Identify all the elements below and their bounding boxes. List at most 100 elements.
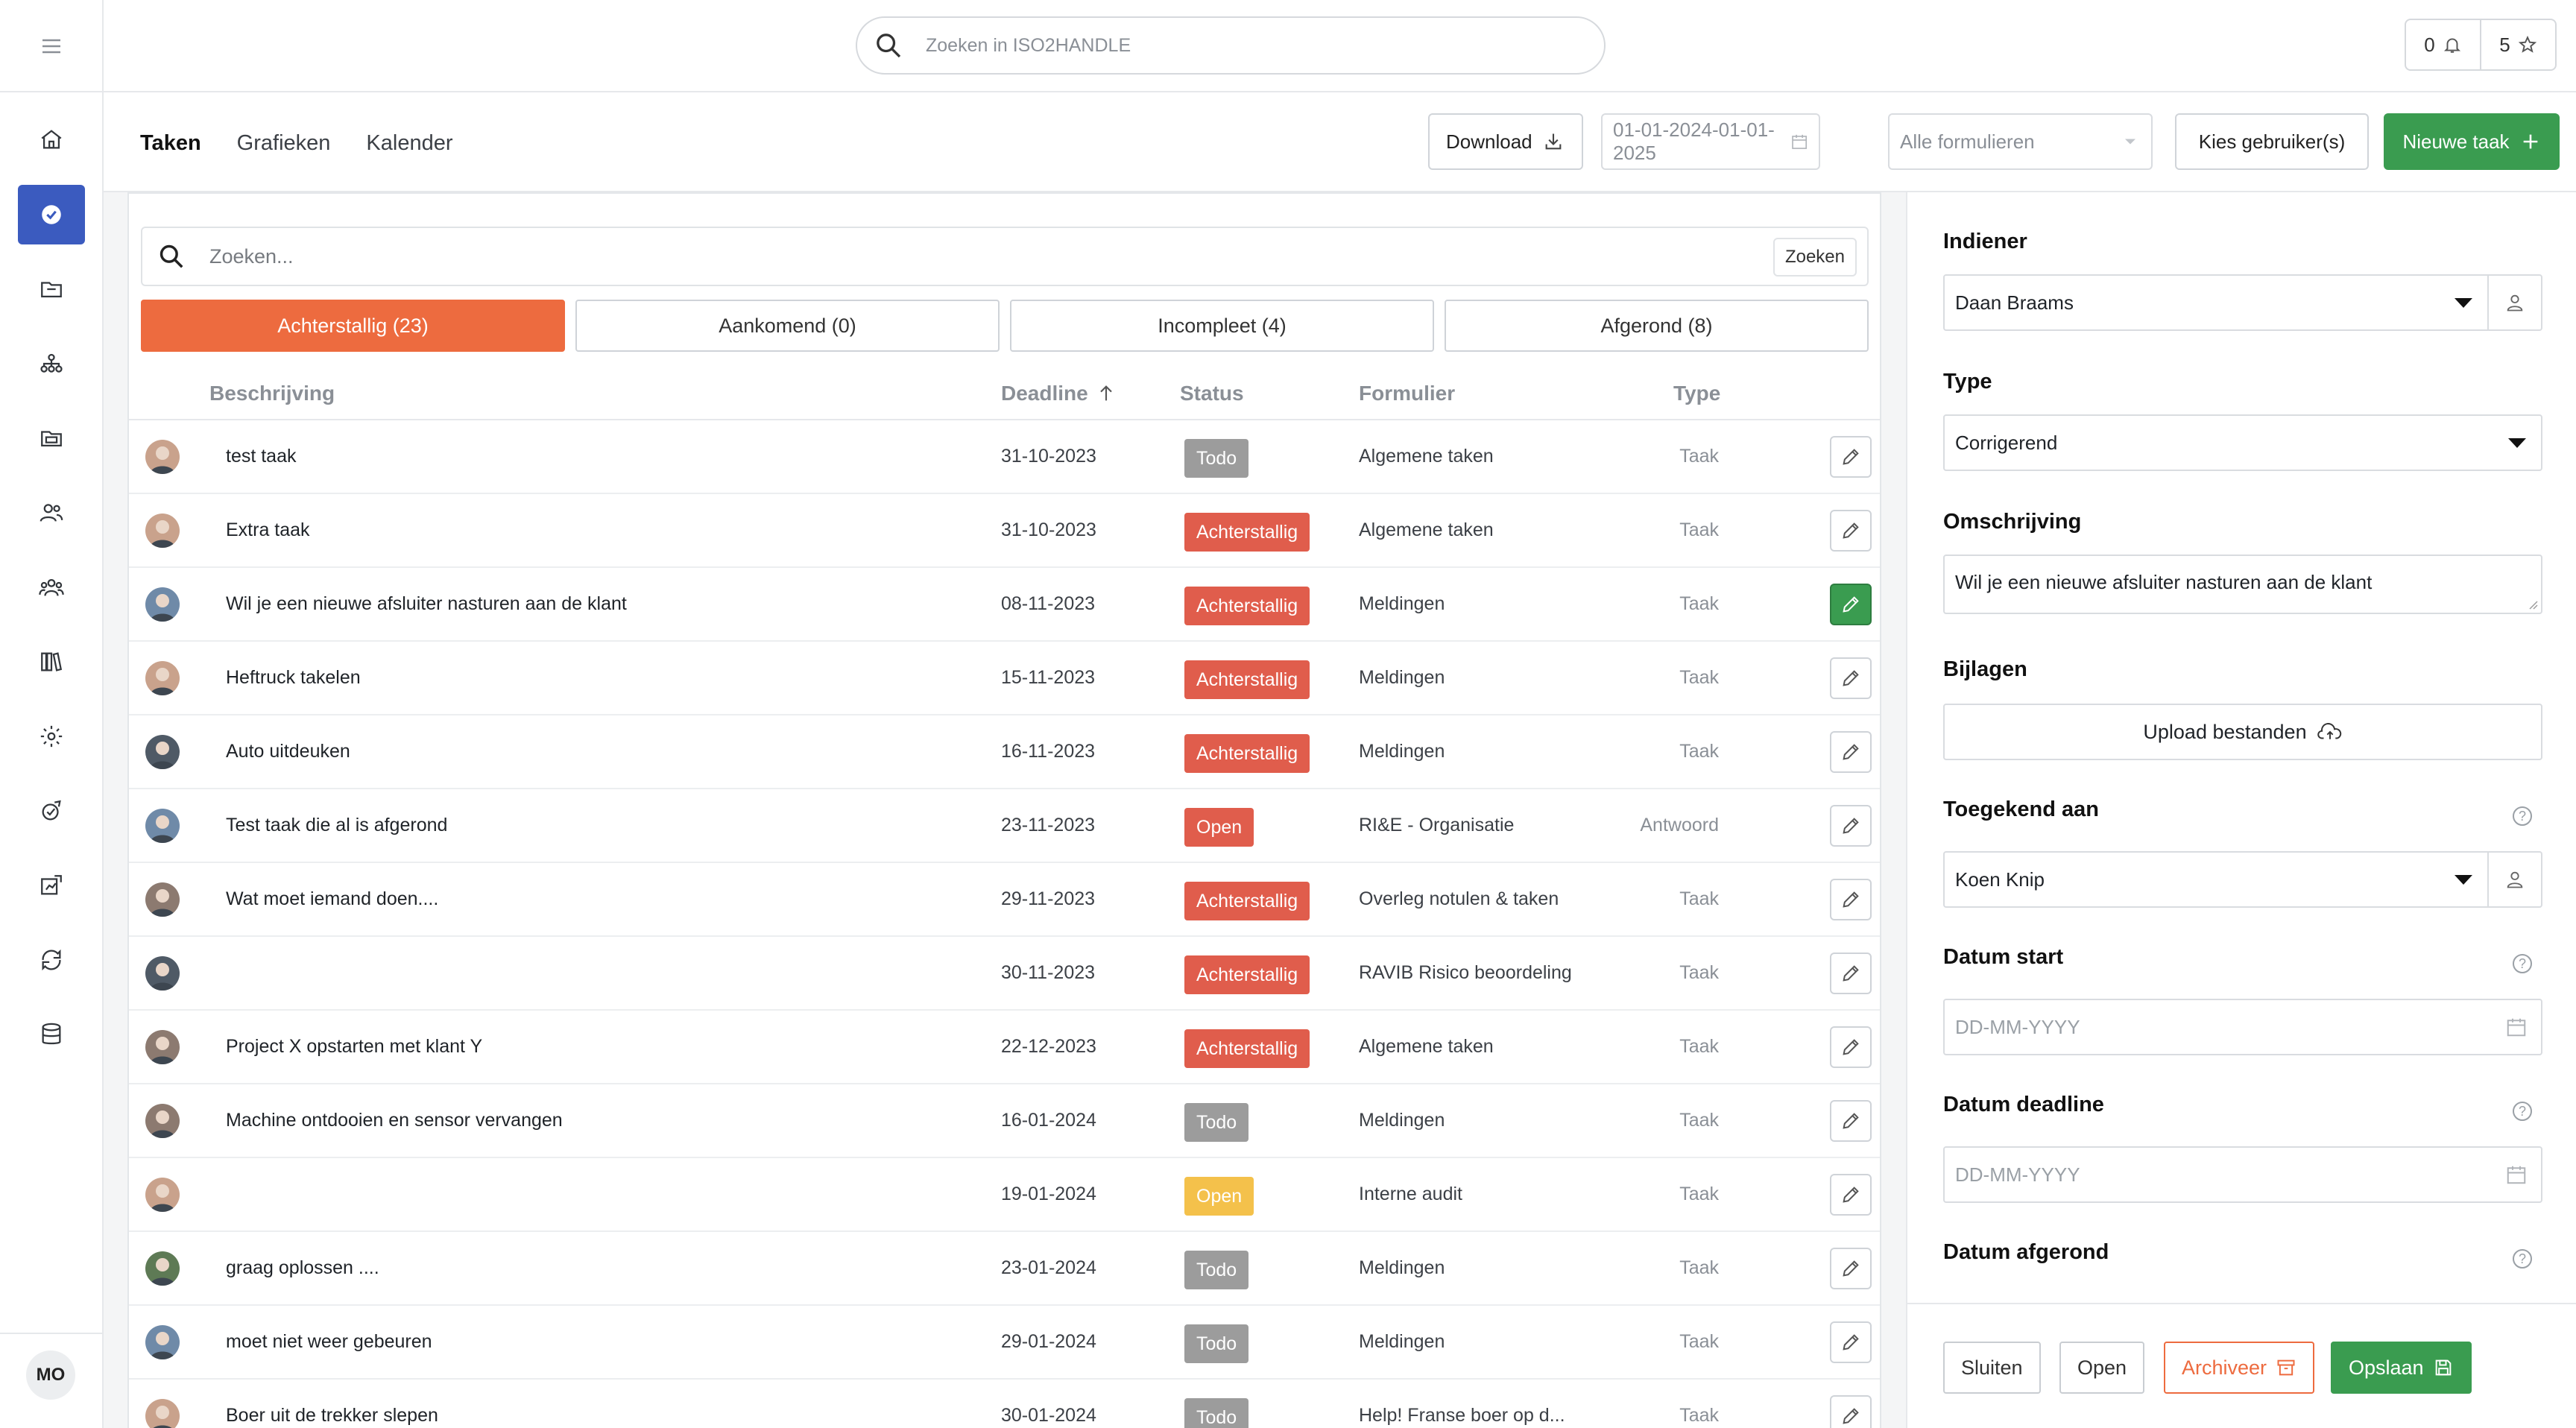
user-picker-button[interactable]: [2487, 853, 2541, 906]
filter-incomplete[interactable]: Incompleet (4): [1010, 300, 1434, 352]
table-row[interactable]: Boer uit de trekker slepen 30-01-2024 Todo…: [129, 1380, 1880, 1428]
save-button[interactable]: Opslaan: [2331, 1342, 2472, 1394]
edit-button[interactable]: [1830, 657, 1872, 699]
filter-overdue[interactable]: Achterstallig (23): [141, 300, 565, 352]
nav-cycle-icon[interactable]: [18, 930, 85, 990]
task-form: Meldingen: [1359, 593, 1445, 614]
table-row[interactable]: Auto uitdeuken 16-11-2023 Achterstallig Mel…: [129, 715, 1880, 789]
edit-button[interactable]: [1830, 1248, 1872, 1289]
description-textarea[interactable]: Wil je een nieuwe afsluiter nasturen aan…: [1943, 555, 2542, 614]
nav-audit-icon[interactable]: [18, 781, 85, 841]
type-value: Corrigerend: [1955, 431, 2058, 454]
sub-header: Taken Grafieken Kalender Download 01-01-…: [104, 92, 2576, 191]
resize-handle-icon[interactable]: [2528, 599, 2538, 610]
tab-grafieken[interactable]: Grafieken: [237, 131, 331, 156]
help-icon[interactable]: ?: [2513, 1102, 2532, 1121]
edit-button[interactable]: [1830, 1100, 1872, 1142]
task-type: Taak: [1679, 593, 1719, 614]
task-search-button[interactable]: Zoeken: [1772, 238, 1857, 277]
nav-tasks-icon[interactable]: [18, 185, 85, 244]
edit-button[interactable]: [1830, 1026, 1872, 1068]
edit-button[interactable]: [1830, 731, 1872, 773]
table-row[interactable]: Heftruck takelen 15-11-2023 Achterstallig M…: [129, 642, 1880, 715]
assigned-select[interactable]: Koen Knip: [1943, 851, 2542, 908]
table-row[interactable]: Extra taak 31-10-2023 Achterstallig Algemen…: [129, 494, 1880, 568]
nav-database-icon[interactable]: [18, 1005, 85, 1064]
type-select[interactable]: Corrigerend: [1943, 414, 2542, 471]
edit-button[interactable]: [1830, 510, 1872, 552]
user-picker-button[interactable]: [2487, 276, 2541, 329]
nav-folders-icon[interactable]: [18, 408, 85, 468]
help-icon[interactable]: ?: [2513, 954, 2532, 973]
avatar: [145, 514, 180, 548]
status-badge: Achterstallig: [1184, 587, 1310, 625]
nav-documents-icon[interactable]: [18, 259, 85, 319]
edit-button[interactable]: [1830, 879, 1872, 920]
choose-users-button[interactable]: Kies gebruiker(s): [2175, 113, 2369, 170]
table-row[interactable]: moet niet weer gebeuren 29-01-2024 Todo Mel…: [129, 1306, 1880, 1380]
submitter-select[interactable]: Daan Braams: [1943, 274, 2542, 331]
open-button[interactable]: Open: [2059, 1342, 2145, 1394]
help-icon[interactable]: ?: [2513, 806, 2532, 826]
global-search-input[interactable]: [926, 34, 1522, 57]
table-row[interactable]: Wil je een nieuwe afsluiter nasturen aan…: [129, 568, 1880, 642]
pencil-icon: [1843, 1187, 1859, 1203]
task-form: Algemene taken: [1359, 1036, 1494, 1057]
tab-kalender[interactable]: Kalender: [366, 131, 452, 156]
nav-users-icon[interactable]: [18, 483, 85, 543]
user-avatar[interactable]: MO: [26, 1350, 75, 1400]
date-range-input[interactable]: 01-01-2024-01-01-2025: [1601, 113, 1820, 170]
task-form: RAVIB Risico beoordeling: [1359, 962, 1572, 983]
menu-icon[interactable]: [33, 34, 70, 58]
attachments-label: Bijlagen: [1943, 657, 2027, 681]
global-search[interactable]: [856, 16, 1606, 75]
table-row[interactable]: Project X opstarten met klant Y 22-12-202…: [129, 1011, 1880, 1084]
left-rail: MO: [0, 0, 104, 1428]
nav-teams-icon[interactable]: [18, 557, 85, 617]
status-badge: Achterstallig: [1184, 955, 1310, 994]
upload-button[interactable]: Upload bestanden: [1943, 704, 2542, 760]
task-list-area: Zoeken Achterstallig (23) Aankomend (0) …: [104, 191, 1906, 1428]
tab-taken[interactable]: Taken: [140, 131, 201, 156]
edit-button[interactable]: [1830, 584, 1872, 625]
col-form[interactable]: Formulier: [1359, 382, 1455, 405]
form-select[interactable]: Alle formulieren: [1888, 113, 2153, 170]
help-icon[interactable]: ?: [2513, 1249, 2532, 1269]
table-row[interactable]: Wat moet iemand doen.... 29-11-2023 Achter…: [129, 863, 1880, 937]
edit-button[interactable]: [1830, 1174, 1872, 1216]
edit-button[interactable]: [1830, 805, 1872, 847]
nav-home-icon[interactable]: [18, 110, 85, 169]
task-search-input[interactable]: [209, 244, 1700, 268]
edit-button[interactable]: [1830, 1321, 1872, 1363]
col-status[interactable]: Status: [1180, 382, 1244, 405]
close-button[interactable]: Sluiten: [1943, 1342, 2041, 1394]
edit-button[interactable]: [1830, 436, 1872, 478]
nav-organisation-icon[interactable]: [18, 334, 85, 394]
notifications-button[interactable]: 0: [2406, 20, 2480, 69]
table-row[interactable]: Test taak die al is afgerond 23-11-2023 Op…: [129, 789, 1880, 863]
archive-button[interactable]: Archiveer: [2164, 1342, 2315, 1394]
edit-button[interactable]: [1830, 952, 1872, 994]
deadline-date-input[interactable]: DD-MM-YYYY: [1943, 1146, 2542, 1203]
nav-settings-icon[interactable]: [18, 707, 85, 766]
col-description[interactable]: Beschrijving: [209, 382, 335, 405]
nav-library-icon[interactable]: [18, 632, 85, 692]
table-row[interactable]: test taak 31-10-2023 Todo Algemene taken Taa…: [129, 420, 1880, 494]
favorites-button[interactable]: 5: [2480, 20, 2555, 69]
col-deadline[interactable]: Deadline: [1001, 382, 1117, 405]
table-row[interactable]: graag oplossen .... 23-01-2024 Todo Melding…: [129, 1232, 1880, 1306]
filter-upcoming[interactable]: Aankomend (0): [575, 300, 1000, 352]
table-row[interactable]: 19-01-2024 Open Interne audit Taak: [129, 1158, 1880, 1232]
download-button[interactable]: Download: [1428, 113, 1583, 170]
form-select-value: Alle formulieren: [1900, 130, 2035, 153]
nav-reports-icon[interactable]: [18, 856, 85, 915]
col-type[interactable]: Type: [1673, 382, 1720, 405]
new-task-button[interactable]: Nieuwe taak: [2384, 113, 2560, 170]
table-row[interactable]: 30-11-2023 Achterstallig RAVIB Risico beoo…: [129, 937, 1880, 1011]
task-form: Overleg notulen & taken: [1359, 888, 1559, 909]
edit-button[interactable]: [1830, 1395, 1872, 1428]
start-date-input[interactable]: DD-MM-YYYY: [1943, 999, 2542, 1055]
table-row[interactable]: Machine ontdooien en sensor vervangen 16-…: [129, 1084, 1880, 1158]
task-search[interactable]: Zoeken: [141, 227, 1869, 286]
filter-done[interactable]: Afgerond (8): [1445, 300, 1869, 352]
